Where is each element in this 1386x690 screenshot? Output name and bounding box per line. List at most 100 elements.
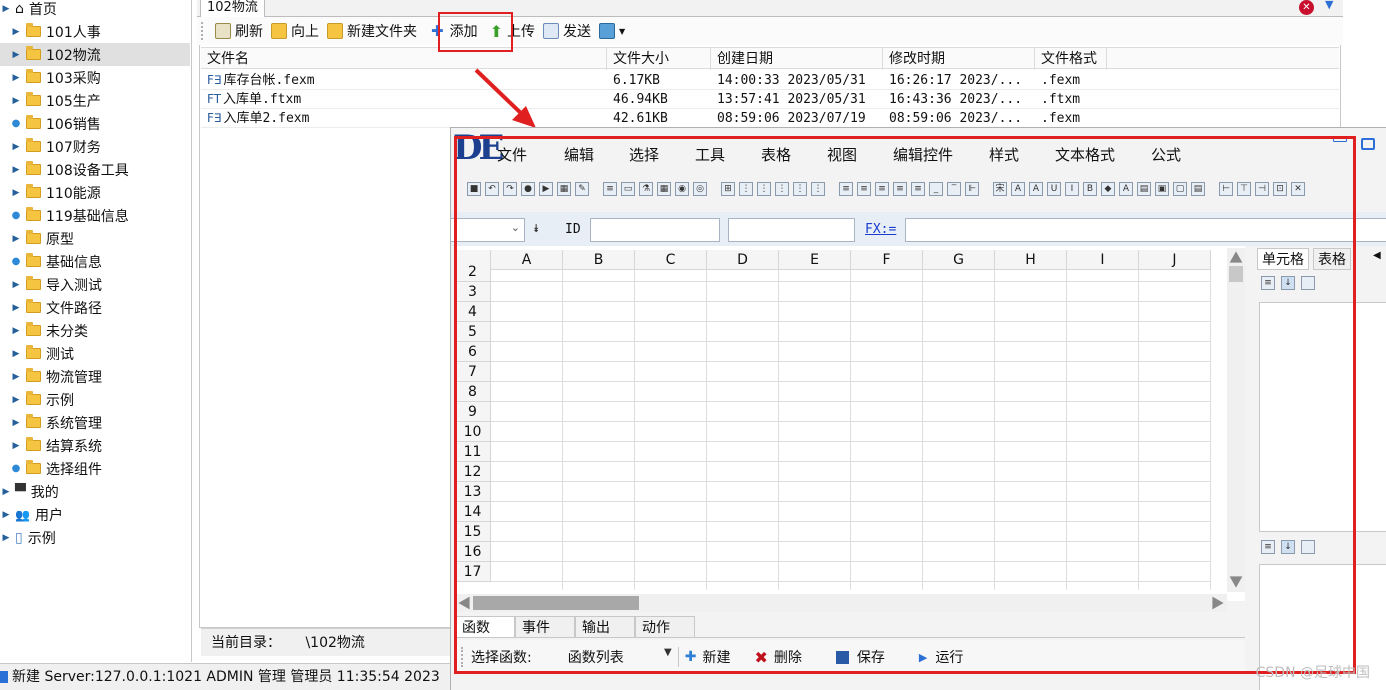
ribbon-tool-icon[interactable]: ▣ bbox=[1155, 182, 1169, 196]
menu-item[interactable]: 视图 bbox=[827, 144, 857, 165]
col-modified[interactable]: 修改时期 bbox=[883, 48, 1035, 70]
row-header[interactable]: 7 bbox=[455, 362, 491, 382]
ribbon-tool-icon[interactable]: ● bbox=[521, 182, 535, 196]
ribbon-tool-icon[interactable]: ◆ bbox=[1101, 182, 1115, 196]
expand-arrow-icon[interactable]: ▶ bbox=[10, 303, 22, 313]
name-input[interactable] bbox=[728, 218, 855, 242]
expand-arrow-icon[interactable]: ▶ bbox=[10, 280, 22, 290]
expand-arrow-icon[interactable]: ▶ bbox=[10, 165, 22, 175]
new-function-button[interactable]: ✚ 新建 bbox=[685, 647, 731, 667]
menu-item[interactable]: 编辑 bbox=[564, 144, 594, 165]
sidebar-item[interactable]: ▶ 103采购 bbox=[0, 66, 190, 89]
cell-reference-select[interactable]: ⌄ bbox=[451, 218, 525, 242]
menu-item[interactable]: 工具 bbox=[695, 144, 725, 165]
expand-arrow-icon[interactable]: ▶ bbox=[0, 533, 12, 543]
ribbon-tool-icon[interactable]: ⊣ bbox=[1255, 182, 1269, 196]
ribbon-tool-icon[interactable]: ✕ bbox=[1291, 182, 1305, 196]
minimize-icon[interactable] bbox=[1333, 138, 1347, 142]
save-function-button[interactable]: 保存 bbox=[835, 647, 885, 667]
expand-arrow-icon[interactable]: ▶ bbox=[10, 418, 22, 428]
delete-function-button[interactable]: ✖ 删除 bbox=[754, 647, 801, 667]
row-header[interactable]: 8 bbox=[455, 382, 491, 402]
sidebar-item[interactable]: ▶ ⌂ 首页 bbox=[0, 0, 190, 20]
sidebar-item[interactable]: ▶ 105生产 bbox=[0, 89, 190, 112]
row-header[interactable]: 15 bbox=[455, 522, 491, 542]
ribbon-tool-icon[interactable]: ≡ bbox=[911, 182, 925, 196]
row-header[interactable]: 6 bbox=[455, 342, 491, 362]
run-function-button[interactable]: ▶ 运行 bbox=[919, 647, 963, 667]
column-header[interactable]: D bbox=[707, 250, 779, 270]
expand-arrow-icon[interactable]: ▶ bbox=[10, 27, 22, 37]
row-header[interactable]: 16 bbox=[455, 542, 491, 562]
expand-arrow-icon[interactable]: ▶ bbox=[10, 349, 22, 359]
expand-arrow-icon[interactable]: ▶ bbox=[10, 73, 22, 83]
row-header[interactable]: 11 bbox=[455, 442, 491, 462]
ribbon-tool-icon[interactable]: ⋮ bbox=[775, 182, 789, 196]
tab-functions[interactable]: 函数 bbox=[455, 616, 515, 638]
sidebar-item[interactable]: ▶ 👥 用户 bbox=[0, 503, 190, 526]
sidebar-item[interactable]: ▶ 108设备工具 bbox=[0, 158, 190, 181]
column-header[interactable]: B bbox=[563, 250, 635, 270]
scroll-thumb[interactable] bbox=[1229, 266, 1243, 282]
sidebar-item[interactable]: ▶ 示例 bbox=[0, 388, 190, 411]
sidebar-item[interactable]: ● 119基础信息 bbox=[0, 204, 190, 227]
ribbon-tool-icon[interactable]: ✎ bbox=[575, 182, 589, 196]
row-header[interactable]: 5 bbox=[455, 322, 491, 342]
category-icon[interactable]: ≡ bbox=[1261, 276, 1275, 290]
expand-arrow-icon[interactable]: ▶ bbox=[10, 395, 22, 405]
expand-arrow-icon[interactable]: ▶ bbox=[0, 4, 12, 14]
scroll-left-icon[interactable] bbox=[458, 596, 470, 610]
refresh-button[interactable]: 刷新 bbox=[211, 18, 267, 44]
row-header[interactable]: 2 bbox=[455, 262, 491, 282]
column-header[interactable]: C bbox=[635, 250, 707, 270]
ribbon-tool-icon[interactable]: B bbox=[1083, 182, 1097, 196]
sort-az-icon[interactable]: ↓ bbox=[1281, 276, 1295, 290]
send-button[interactable]: 发送 bbox=[539, 18, 595, 44]
chevron-down-icon[interactable]: ▼ bbox=[1325, 0, 1333, 11]
sidebar-item[interactable]: ▶ 导入测试 bbox=[0, 273, 190, 296]
leaf-dot-icon[interactable]: ● bbox=[10, 118, 22, 129]
col-filename[interactable]: 文件名 bbox=[201, 48, 607, 70]
row-header[interactable]: 4 bbox=[455, 302, 491, 322]
id-input[interactable] bbox=[590, 218, 720, 242]
menu-item[interactable]: 编辑控件 bbox=[893, 144, 953, 165]
horizontal-scrollbar[interactable] bbox=[455, 594, 1227, 612]
sidebar-item[interactable]: ▶ ▯ 示例 bbox=[0, 526, 190, 549]
sidebar-item[interactable]: ▶ 107财务 bbox=[0, 135, 190, 158]
sidebar-item[interactable]: ▶ 原型 bbox=[0, 227, 190, 250]
sidebar-item[interactable]: ▶ 未分类 bbox=[0, 319, 190, 342]
ribbon-tool-icon[interactable]: ≡ bbox=[893, 182, 907, 196]
category-icon[interactable]: ≡ bbox=[1261, 540, 1275, 554]
menu-item[interactable]: 文件 bbox=[497, 144, 527, 165]
expand-arrow-icon[interactable]: ▶ bbox=[10, 234, 22, 244]
file-row[interactable]: FT 入库单.ftxm 46.94KB 13:57:41 2023/05/31 16:4… bbox=[201, 90, 1339, 109]
scroll-right-icon[interactable] bbox=[1212, 596, 1224, 610]
pages-icon[interactable] bbox=[1301, 276, 1315, 290]
row-header[interactable]: 13 bbox=[455, 482, 491, 502]
ribbon-tool-icon[interactable]: ⊩ bbox=[965, 182, 979, 196]
leaf-dot-icon[interactable]: ● bbox=[10, 463, 22, 474]
scroll-thumb[interactable] bbox=[473, 596, 639, 610]
ribbon-tool-icon[interactable]: ≡ bbox=[839, 182, 853, 196]
expand-arrow-icon[interactable]: ▶ bbox=[0, 510, 12, 520]
spreadsheet-grid[interactable]: A B C D E F G H I J 2 3 4 5 6 7 8 9 10 11 12 13 14 15 16 17 bbox=[455, 246, 1245, 601]
column-header[interactable]: I bbox=[1067, 250, 1139, 270]
tab-output[interactable]: 输出 bbox=[575, 616, 635, 638]
ribbon-tool-icon[interactable]: A bbox=[1011, 182, 1025, 196]
tab-102-logistics[interactable]: 102物流 bbox=[200, 0, 265, 17]
expand-arrow-icon[interactable]: ▶ bbox=[10, 326, 22, 336]
ribbon-tool-icon[interactable]: ≡ bbox=[857, 182, 871, 196]
expand-arrow-icon[interactable]: ▶ bbox=[10, 441, 22, 451]
ribbon-tool-icon[interactable]: ⋮ bbox=[739, 182, 753, 196]
sidebar-item[interactable]: ● 基础信息 bbox=[0, 250, 190, 273]
ribbon-tool-icon[interactable]: ▭ bbox=[621, 182, 635, 196]
menu-item[interactable]: 文本格式 bbox=[1055, 144, 1115, 165]
vertical-scrollbar[interactable] bbox=[1227, 248, 1245, 592]
tab-cell[interactable]: 单元格 bbox=[1257, 248, 1309, 270]
leaf-dot-icon[interactable]: ● bbox=[10, 210, 22, 221]
tab-table[interactable]: 表格 bbox=[1313, 248, 1351, 270]
formula-input[interactable] bbox=[905, 218, 1386, 242]
row-header[interactable]: 12 bbox=[455, 462, 491, 482]
ribbon-tool-icon[interactable]: ⊢ bbox=[1219, 182, 1233, 196]
sidebar-item[interactable]: ▶ 110能源 bbox=[0, 181, 190, 204]
